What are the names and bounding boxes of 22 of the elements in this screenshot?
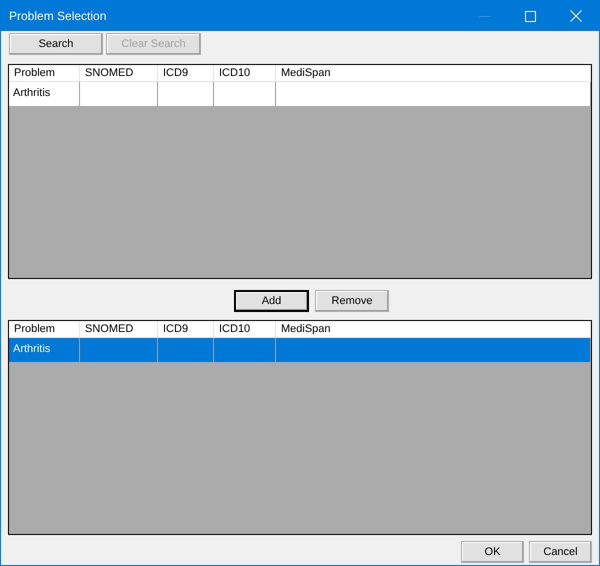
search-button[interactable]: Search	[9, 33, 103, 55]
column-header[interactable]: MediSpan	[276, 321, 591, 337]
window-title: Problem Selection	[8, 9, 108, 23]
grid-row[interactable]: Arthritis	[9, 82, 591, 106]
remove-button[interactable]: Remove	[315, 290, 389, 312]
column-header[interactable]: ICD10	[214, 321, 276, 337]
column-header[interactable]: Problem	[9, 65, 80, 81]
column-header[interactable]: ICD9	[158, 65, 214, 81]
close-icon	[570, 10, 582, 22]
column-header[interactable]: SNOMED	[80, 321, 158, 337]
grid-cell: Arthritis	[9, 82, 80, 106]
add-button[interactable]: Add	[234, 290, 309, 312]
grid-row[interactable]: Arthritis	[9, 338, 591, 362]
column-header[interactable]: MediSpan	[276, 65, 591, 81]
column-header[interactable]: ICD9	[158, 321, 214, 337]
maximize-icon	[524, 10, 536, 22]
ok-button[interactable]: OK	[461, 541, 524, 563]
cancel-button[interactable]: Cancel	[529, 541, 592, 563]
column-header[interactable]: Problem	[9, 321, 80, 337]
column-header[interactable]: SNOMED	[80, 65, 158, 81]
grid-cell: Arthritis	[9, 338, 80, 362]
column-header[interactable]: ICD10	[214, 65, 276, 81]
